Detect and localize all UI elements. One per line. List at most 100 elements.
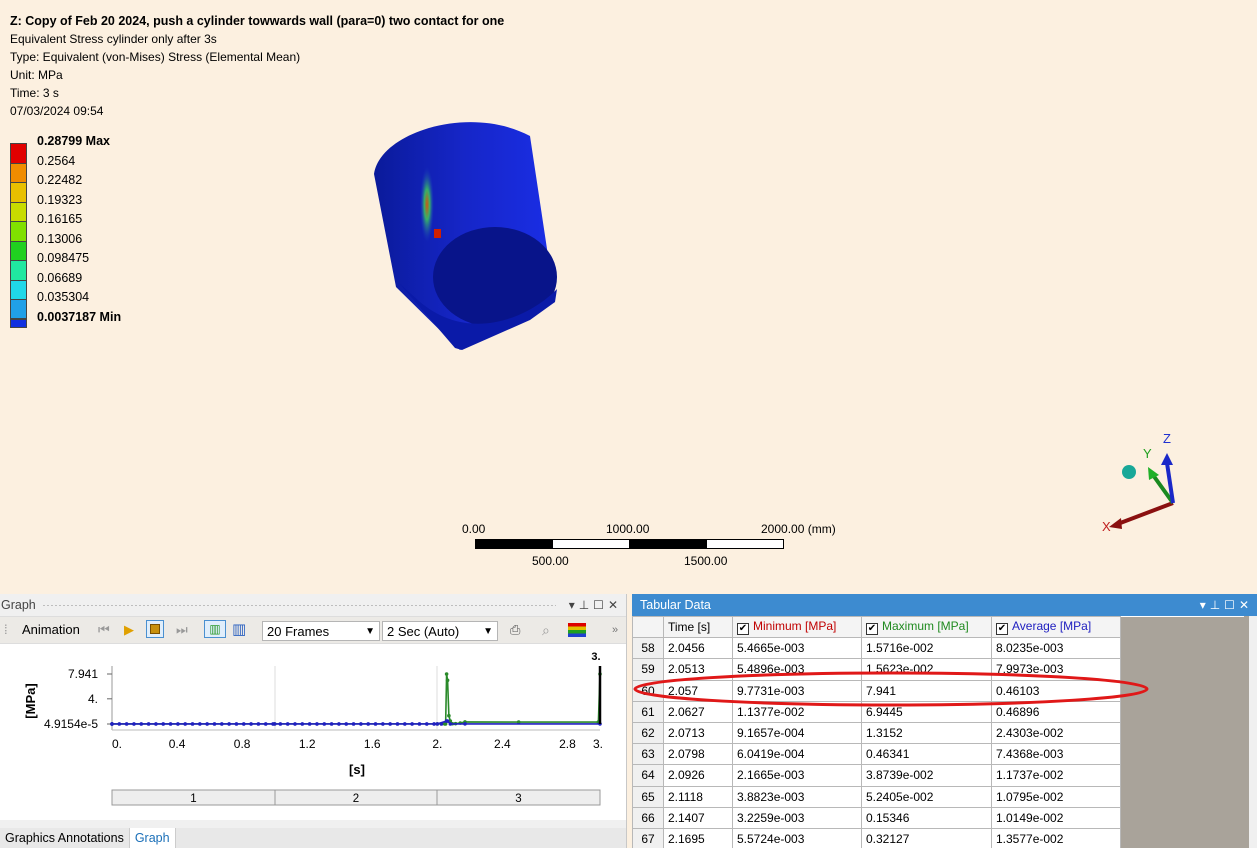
series-point: [139, 722, 144, 726]
table-row[interactable]: 58 2.0456 5.4665e-003 1.5716e-002 8.0235e-00…: [632, 637, 1244, 660]
legend-label[interactable]: 0.098475: [37, 251, 89, 265]
column-header-label: Maximum [MPa]: [882, 619, 969, 634]
table-cell: 2.4303e-002: [991, 721, 1121, 745]
column-checkbox[interactable]: ✔: [996, 623, 1008, 636]
table-cell: 1.5716e-002: [861, 637, 992, 660]
series-point: [424, 722, 429, 726]
series-point: [445, 719, 450, 723]
table-empty-area: [1120, 764, 1244, 786]
series-point: [176, 722, 180, 726]
dropdown-icon[interactable]: ▾: [1200, 598, 1210, 612]
z-axis-label: Z: [1163, 431, 1171, 446]
table-cell: 1.0795e-002: [991, 785, 1121, 808]
series-point: [198, 722, 202, 726]
legend-label[interactable]: 0.035304: [37, 290, 89, 304]
table-row[interactable]: 63 2.0798 6.0419e-004 0.46341 7.4368e-003: [632, 743, 1244, 766]
table-row[interactable]: 66 2.1407 3.2259e-003 0.15346 1.0149e-002: [632, 806, 1244, 829]
table-empty-area: [1120, 807, 1244, 829]
scale-segment: [629, 539, 707, 549]
tabular-data-panel: Tabular Data ▾⊥☐✕ Time [s] ✔ Minimum [MPa]…: [632, 594, 1257, 848]
cylinder-model[interactable]: [360, 112, 570, 357]
series-point: [300, 722, 305, 726]
y-tick-label: 7.941: [68, 667, 98, 681]
graph-panel-title: Graph: [1, 598, 36, 612]
x-arrowhead: [1109, 518, 1122, 529]
row-number: 62: [632, 721, 664, 745]
table-cell: 2.1407: [663, 806, 733, 829]
series-point: [410, 722, 414, 726]
previous-frame-icon[interactable]: ⏮: [98, 620, 110, 640]
column-header[interactable]: ✔ Maximum [MPa]: [861, 615, 992, 639]
legend-swatch: [10, 299, 27, 319]
table-row[interactable]: 67 2.1695 5.5724e-003 0.32127 1.3577e-002: [632, 827, 1244, 848]
table-row[interactable]: 62 2.0713 9.1657e-004 1.3152 2.4303e-002: [632, 721, 1244, 745]
series-point: [403, 722, 407, 726]
speed-select[interactable]: 2 Sec (Auto) ▼: [382, 621, 498, 641]
scale-bar: 0.00 1000.00 2000.00 (mm) 500.00 1500.00: [462, 520, 862, 570]
table-empty-area: [1120, 743, 1244, 765]
legend-colors-icon[interactable]: :: [568, 623, 586, 637]
close-icon[interactable]: ✕: [1239, 598, 1253, 612]
table-cell: 0.15346: [861, 806, 992, 829]
series-point: [444, 672, 449, 676]
next-frame-icon[interactable]: ⏭: [176, 620, 188, 640]
legend-label[interactable]: 0.16165: [37, 212, 82, 226]
vertical-scrollbar[interactable]: [1249, 616, 1257, 848]
legend-label[interactable]: 0.0037187 Min: [37, 310, 121, 324]
column-header-label: Time [s]: [668, 620, 711, 635]
dropdown-icon[interactable]: ▾: [569, 598, 579, 612]
legend-swatch: [10, 260, 27, 280]
close-icon[interactable]: ✕: [608, 598, 622, 612]
series-point: [146, 722, 151, 726]
table-cell: 5.4665e-003: [732, 637, 862, 660]
x-tick-label: 2.4: [494, 737, 511, 751]
frames-select[interactable]: 20 Frames ▼: [262, 621, 380, 641]
series-point: [322, 722, 327, 726]
y-axis-label: Y: [1143, 446, 1152, 461]
series-point: [271, 722, 275, 726]
graphics-viewport[interactable]: Z: Copy of Feb 20 2024, push a cylinder …: [0, 0, 1257, 594]
step-label: 2: [353, 793, 359, 805]
legend-label[interactable]: 0.13006: [37, 232, 82, 246]
toolbar-overflow-icon[interactable]: »: [612, 620, 618, 640]
zoom-icon[interactable]: ⌕: [542, 620, 550, 640]
distributed-frames-icon[interactable]: ▥: [204, 620, 226, 638]
pin-icon[interactable]: ⊥: [1210, 598, 1224, 612]
export-video-icon[interactable]: ⎙: [510, 620, 520, 640]
legend-swatch: [10, 201, 27, 221]
series-point: [417, 722, 422, 726]
maximize-icon[interactable]: ☐: [593, 598, 608, 612]
stop-button[interactable]: [146, 620, 164, 638]
result-sets-icon[interactable]: ▥: [232, 620, 246, 640]
column-checkbox[interactable]: ✔: [737, 623, 749, 636]
column-header[interactable]: Time [s]: [663, 615, 733, 639]
legend-label[interactable]: 0.22482: [37, 173, 82, 187]
tab-graphics-annotations[interactable]: Graphics Annotations: [0, 828, 129, 848]
legend-label[interactable]: 0.19323: [37, 193, 82, 207]
column-checkbox[interactable]: ✔: [866, 623, 878, 636]
table-cell: 7.4368e-003: [991, 743, 1121, 766]
chevron-down-icon: ▼: [483, 626, 493, 637]
axis-triad[interactable]: X Y Z: [1095, 425, 1185, 535]
table-row[interactable]: 64 2.0926 2.1665e-003 3.8739e-002 1.1737e-00…: [632, 764, 1244, 787]
maximize-icon[interactable]: ☐: [1224, 598, 1239, 612]
series-point: [463, 722, 467, 726]
legend-label[interactable]: 0.06689: [37, 271, 82, 285]
series-point: [168, 722, 173, 726]
table-cell: 1.1737e-002: [991, 764, 1121, 787]
x-tick-label: 0.4: [169, 737, 186, 751]
animation-label: Animation: [22, 622, 80, 637]
table-cell: 6.0419e-004: [732, 743, 862, 766]
column-header[interactable]: ✔ Minimum [MPa]: [732, 615, 862, 639]
pin-icon[interactable]: ⊥: [579, 598, 593, 612]
triad-origin-sphere[interactable]: [1122, 465, 1136, 479]
play-icon[interactable]: ▶: [124, 620, 134, 640]
legend-label[interactable]: 0.28799 Max: [37, 134, 110, 148]
tab-graph[interactable]: Graph: [128, 828, 176, 848]
stress-time-chart[interactable]: 7.941 4. 4.9154e-5 [MPa] 0. 0.4 0.8 1.2 1.6 2. 2.4…: [0, 644, 626, 820]
column-header[interactable]: ✔ Average [MPa]: [991, 615, 1121, 639]
table-row[interactable]: 65 2.1118 3.8823e-003 5.2405e-002 1.0795e-00…: [632, 785, 1244, 808]
legend-label[interactable]: 0.2564: [37, 154, 75, 168]
series-point: [220, 722, 224, 726]
column-header-label: Average [MPa]: [1012, 619, 1092, 634]
